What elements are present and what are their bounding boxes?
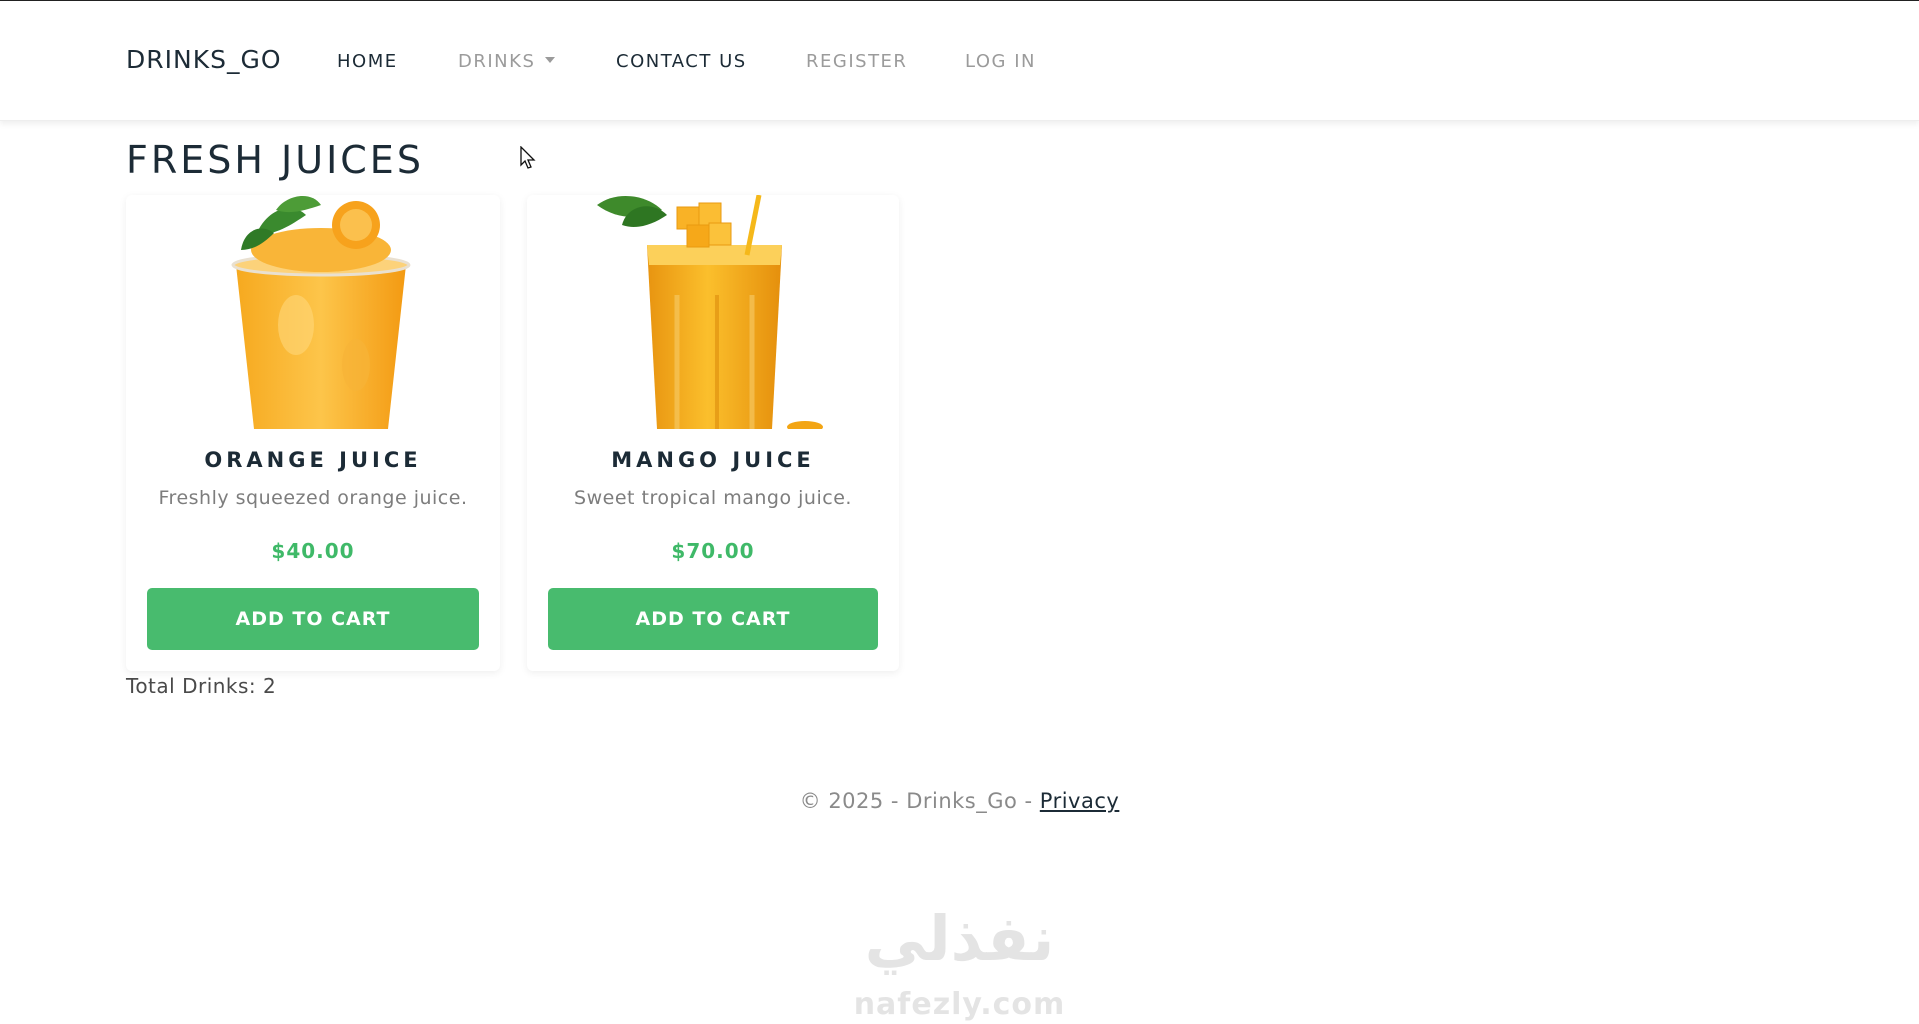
add-to-cart-button[interactable]: ADD TO CART: [548, 588, 878, 650]
product-name: ORANGE JUICE: [204, 448, 422, 472]
mouse-cursor-icon: [520, 146, 536, 169]
navbar: DRINKS_GO HOME DRINKS CONTACT US REGISTE…: [0, 1, 1919, 121]
nav-link-log-in[interactable]: LOG IN: [965, 51, 1036, 72]
privacy-link[interactable]: Privacy: [1040, 789, 1120, 813]
product-card-mango-juice: MANGO JUICE Sweet tropical mango juice. …: [527, 195, 899, 671]
product-name: MANGO JUICE: [611, 448, 815, 472]
brand-logo[interactable]: DRINKS_GO: [126, 45, 282, 74]
product-price: $70.00: [671, 539, 755, 563]
product-card-orange-juice: ORANGE JUICE Freshly squeezed orange jui…: [126, 195, 500, 671]
watermark-logo-latin: nafezly.com: [853, 987, 1066, 1022]
add-to-cart-button[interactable]: ADD TO CART: [147, 588, 479, 650]
product-description: Sweet tropical mango juice.: [574, 487, 852, 509]
product-description: Freshly squeezed orange juice.: [158, 487, 468, 509]
total-drinks-count: Total Drinks: 2: [126, 674, 277, 698]
nav-link-contact-us[interactable]: CONTACT US: [616, 51, 747, 72]
nav-link-home[interactable]: HOME: [337, 51, 398, 72]
watermark-logo-arabic: نفذلي: [864, 902, 1055, 975]
orange-juice-image: [231, 195, 411, 429]
nav-dropdown-drinks[interactable]: DRINKS: [458, 51, 556, 72]
footer: © 2025 - Drinks_Go - Privacy: [0, 789, 1919, 813]
mango-juice-image: [597, 195, 823, 429]
caret-down-icon: [545, 57, 556, 63]
page-title: FRESH JUICES: [126, 138, 424, 182]
product-price: $40.00: [271, 539, 355, 563]
nav-link-register[interactable]: REGISTER: [806, 51, 907, 72]
nav-drinks-label: DRINKS: [458, 51, 536, 72]
footer-copyright: © 2025 - Drinks_Go -: [799, 789, 1040, 813]
